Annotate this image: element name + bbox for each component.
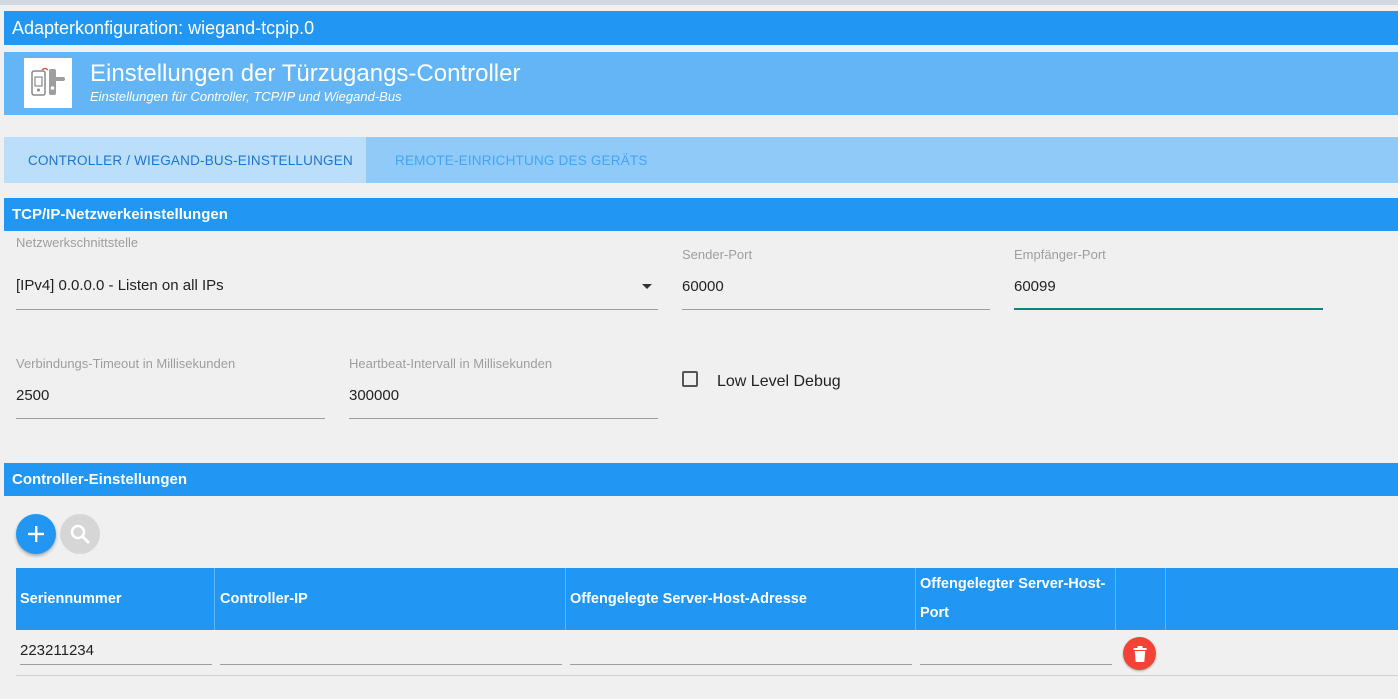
search-controllers-button[interactable] xyxy=(60,514,100,554)
cell-controller-ip-underline xyxy=(220,664,562,665)
search-icon xyxy=(70,524,90,544)
door-lock-controller-icon xyxy=(24,58,72,108)
section-controllers-title-text: Controller-Einstellungen xyxy=(12,471,188,488)
plus-icon xyxy=(28,526,44,542)
section-tcpip-title: TCP/IP-Netzwerkeinstellungen xyxy=(4,198,1398,231)
top-border xyxy=(0,0,1398,5)
page-subtitle: Einstellungen für Controller, TCP/IP und… xyxy=(90,89,402,104)
connection-timeout-label: Verbindungs-Timeout in Millisekunden xyxy=(16,356,236,371)
column-header-actions xyxy=(1116,568,1166,630)
table-row-divider xyxy=(16,675,1398,676)
cell-host-port-input[interactable] xyxy=(916,631,1116,667)
controller-table-header: Seriennummer Controller-IP Offengelegte … xyxy=(16,568,1398,630)
connection-timeout-field[interactable]: Verbindungs-Timeout in Millisekunden 250… xyxy=(16,355,325,421)
chevron-down-icon xyxy=(642,284,652,289)
trash-icon xyxy=(1133,645,1146,662)
receiver-port-underline xyxy=(1014,308,1323,310)
window-title-text: Adapterkonfiguration: wiegand-tcpip.0 xyxy=(12,17,315,38)
tab-remote-setup[interactable]: REMOTE-EINRICHTUNG DES GERÄTS xyxy=(395,137,648,183)
adapter-header: Einstellungen der Türzugangs-Controller … xyxy=(4,52,1398,115)
network-interface-value: [IPv4] 0.0.0.0 - Listen on all IPs xyxy=(16,277,224,294)
cell-host-address-underline xyxy=(570,664,912,665)
cell-host-port-underline xyxy=(920,664,1112,665)
sender-port-field[interactable]: Sender-Port 60000 xyxy=(682,246,990,312)
cell-host-address-input[interactable] xyxy=(566,631,916,667)
cell-serial-underline xyxy=(20,664,212,665)
cell-controller-ip-input[interactable] xyxy=(216,631,566,667)
receiver-port-value: 60099 xyxy=(1014,278,1056,295)
receiver-port-label: Empfänger-Port xyxy=(1014,247,1106,262)
section-tcpip-title-text: TCP/IP-Netzwerkeinstellungen xyxy=(12,206,228,223)
heartbeat-interval-label: Heartbeat-Intervall in Millisekunden xyxy=(349,356,553,371)
heartbeat-interval-value: 300000 xyxy=(349,387,400,404)
sender-port-label: Sender-Port xyxy=(682,247,753,262)
column-header-host-address: Offengelegte Server-Host-Adresse xyxy=(566,568,916,630)
receiver-port-field[interactable]: Empfänger-Port 60099 xyxy=(1014,246,1323,312)
network-interface-underline xyxy=(16,309,658,310)
heartbeat-interval-field[interactable]: Heartbeat-Intervall in Millisekunden 300… xyxy=(349,355,658,421)
sender-port-underline xyxy=(682,309,990,310)
connection-timeout-underline xyxy=(16,418,325,419)
low-level-debug-label[interactable]: Low Level Debug xyxy=(717,373,841,391)
section-controllers-title: Controller-Einstellungen xyxy=(4,463,1398,496)
connection-timeout-value: 2500 xyxy=(16,387,50,404)
cell-serial-value: 223211234 xyxy=(20,642,94,659)
cell-serial-input[interactable]: 223211234 xyxy=(16,631,216,667)
network-interface-select[interactable]: Netzwerkschnittstelle [IPv4] 0.0.0.0 - L… xyxy=(16,234,658,312)
low-level-debug-checkbox[interactable] xyxy=(682,371,698,387)
tab-bar: CONTROLLER / WIEGAND-BUS-EINSTELLUNGEN R… xyxy=(4,137,1398,183)
add-controller-button[interactable] xyxy=(16,514,56,554)
heartbeat-interval-underline xyxy=(349,418,658,419)
column-header-controller-ip: Controller-IP xyxy=(216,568,566,630)
column-header-host-port: Offengelegter Server-Host-Port xyxy=(916,568,1116,630)
page-title: Einstellungen der Türzugangs-Controller xyxy=(90,60,521,87)
column-header-serial: Seriennummer xyxy=(16,568,215,630)
tab-controller-settings[interactable]: CONTROLLER / WIEGAND-BUS-EINSTELLUNGEN xyxy=(4,137,366,183)
sender-port-value: 60000 xyxy=(682,278,724,295)
network-interface-label: Netzwerkschnittstelle xyxy=(16,235,139,250)
window-title: Adapterkonfiguration: wiegand-tcpip.0 xyxy=(4,11,1398,45)
delete-controller-button[interactable] xyxy=(1123,637,1156,670)
